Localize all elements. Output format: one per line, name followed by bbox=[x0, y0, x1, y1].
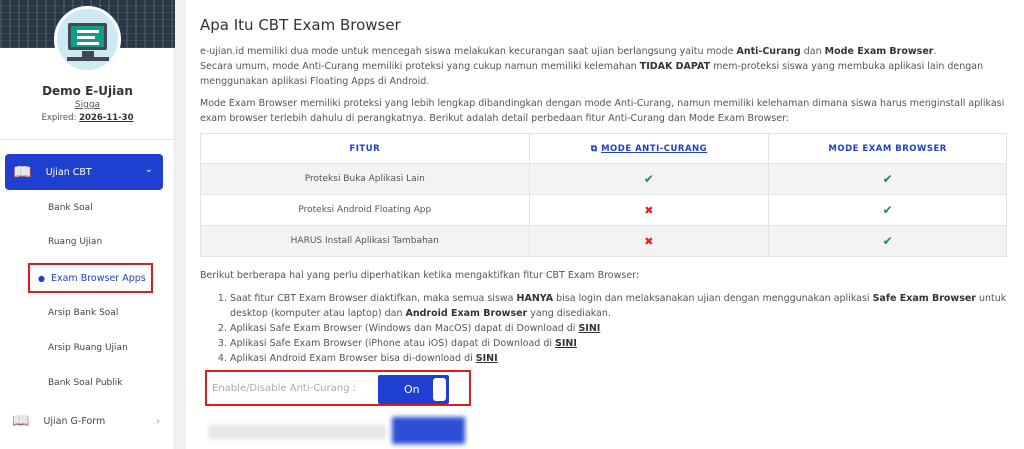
avatar bbox=[54, 6, 121, 73]
table-header-fitur: FITUR bbox=[200, 133, 530, 164]
table-header-exam-browser: MODE EXAM BROWSER bbox=[768, 133, 1007, 164]
check-icon: ✔ bbox=[643, 172, 654, 186]
book-icon: 📖 bbox=[12, 413, 30, 429]
table-row: HARUS Install Aplikasi Tambahan ✖ ✔ bbox=[200, 225, 1007, 257]
user-subtitle-link[interactable]: Sigga bbox=[0, 100, 175, 110]
notes-list: Saat fitur CBT Exam Browser diaktifkan, … bbox=[216, 291, 1011, 366]
check-icon: ✔ bbox=[882, 172, 893, 186]
user-name: Demo E-Ujian bbox=[42, 84, 133, 98]
anti-curang-toggle[interactable]: On bbox=[378, 375, 449, 404]
check-icon: ✔ bbox=[882, 203, 893, 217]
sidebar-item-bank-soal[interactable]: Bank Soal bbox=[48, 203, 93, 213]
nav-ujian-gform[interactable]: 📖 Ujian G-Form › bbox=[12, 413, 160, 429]
cross-icon: ✖ bbox=[644, 203, 654, 217]
book-icon: 📖 bbox=[13, 163, 32, 181]
list-item: Saat fitur CBT Exam Browser diaktifkan, … bbox=[230, 291, 1011, 321]
download-link-ios[interactable]: SINI bbox=[555, 338, 577, 349]
cross-icon: ✖ bbox=[644, 234, 654, 248]
toggle-label: Enable/Disable Anti-Curang : bbox=[212, 383, 356, 394]
check-icon: ✔ bbox=[882, 234, 893, 248]
blurred-button bbox=[392, 417, 465, 444]
toggle-knob bbox=[433, 378, 446, 401]
list-item: Aplikasi Safe Exam Browser (iPhone atau … bbox=[230, 336, 1011, 351]
table-row: Proteksi Buka Aplikasi Lain ✔ ✔ bbox=[200, 163, 1007, 195]
table-header-anti-curang[interactable]: ⧉ MODE ANTI-CURANG bbox=[528, 133, 770, 164]
bullet-icon: ● bbox=[38, 273, 45, 283]
chevron-right-icon: › bbox=[156, 415, 160, 427]
blurred-text bbox=[208, 425, 386, 439]
list-item: Aplikasi Android Exam Browser bisa di-do… bbox=[230, 351, 1011, 366]
comparison-table: FITUR ⧉ MODE ANTI-CURANG MODE EXAM BROWS… bbox=[200, 133, 1007, 257]
sidebar-item-exam-browser-apps[interactable]: ● Exam Browser Apps bbox=[28, 263, 153, 293]
intro-paragraph: e-ujian.id memiliki dua mode untuk mence… bbox=[200, 46, 984, 87]
sidebar-item-bank-soal-publik[interactable]: Bank Soal Publik bbox=[48, 378, 122, 388]
user-expiry: Expired: 2026-11-30 bbox=[41, 113, 134, 123]
intro-paragraph-2: Mode Exam Browser memiliki proteksi yang… bbox=[200, 98, 1005, 124]
download-link-windows[interactable]: SINI bbox=[578, 323, 600, 334]
sidebar: Demo E-Ujian Sigga Expired: 2026-11-30 📖… bbox=[0, 0, 175, 449]
download-link-android[interactable]: SINI bbox=[476, 353, 498, 364]
notes-title: Berikut berberapa hal yang perlu diperha… bbox=[200, 270, 640, 281]
nav-ujian-cbt-label: Ujian CBT bbox=[45, 166, 92, 178]
page-title: Apa Itu CBT Exam Browser bbox=[200, 16, 401, 34]
chevron-down-icon: ⌄ bbox=[144, 164, 153, 175]
sidebar-item-arsip-bank-soal[interactable]: Arsip Bank Soal bbox=[48, 308, 118, 318]
list-item: Aplikasi Safe Exam Browser (Windows dan … bbox=[230, 321, 1011, 336]
sidebar-item-ruang-ujian[interactable]: Ruang Ujian bbox=[48, 237, 102, 247]
external-link-icon: ⧉ bbox=[590, 143, 598, 154]
table-row: Proteksi Android Floating App ✖ ✔ bbox=[200, 194, 1007, 226]
nav-ujian-cbt[interactable]: 📖 Ujian CBT ⌄ bbox=[5, 154, 163, 190]
sidebar-item-arsip-ruang-ujian[interactable]: Arsip Ruang Ujian bbox=[48, 343, 128, 353]
